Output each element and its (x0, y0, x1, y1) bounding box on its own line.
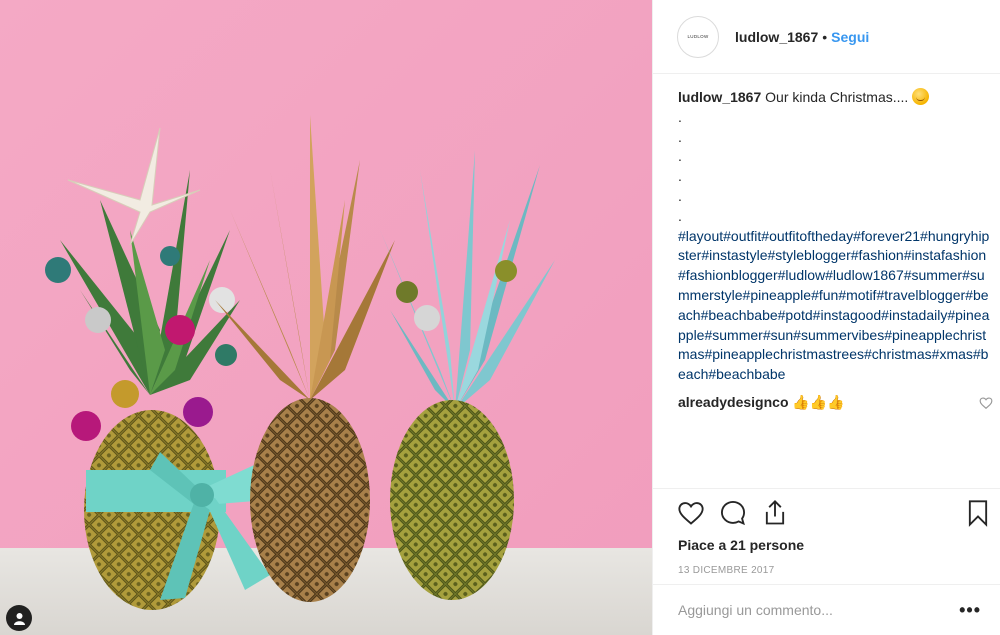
comment-item: alreadydesignco 👍👍👍 (678, 393, 993, 413)
caption-dot: . (678, 207, 682, 224)
tagged-user-icon[interactable] (6, 605, 32, 631)
caption-dots: . . . . . . (678, 108, 993, 227)
add-comment-bar: Aggiungi un commento... ••• (653, 584, 1000, 635)
comment-like-icon[interactable] (979, 396, 993, 410)
heart-icon[interactable] (677, 499, 705, 527)
comment-icon[interactable] (719, 499, 747, 527)
caption-dot: . (678, 148, 682, 165)
comment-input[interactable]: Aggiungi un commento... (678, 602, 959, 618)
comment-username[interactable]: alreadydesignco (678, 394, 789, 410)
follow-button[interactable]: Segui (831, 29, 869, 45)
caption-dot: . (678, 168, 682, 185)
comment-text: 👍👍👍 (792, 393, 845, 410)
action-icons (677, 499, 789, 527)
header-username[interactable]: ludlow_1867 (735, 29, 818, 45)
caption-dot: . (678, 128, 682, 145)
pineapples-image (0, 0, 652, 635)
caption: ludlow_1867 Our kinda Christmas.... (678, 88, 993, 108)
post-date[interactable]: 13 DICEMBRE 2017 (678, 565, 775, 576)
bookmark-icon[interactable] (965, 499, 991, 527)
smiling-face-icon (912, 88, 930, 105)
caption-dot: . (678, 108, 682, 125)
share-icon[interactable] (761, 499, 789, 527)
post-sidebar: LUDLOW ludlow_1867 • Segui ludlow_1867 O… (652, 0, 1000, 635)
caption-dot: . (678, 187, 682, 204)
separator-dot: • (822, 28, 828, 45)
post-header: LUDLOW ludlow_1867 • Segui (653, 0, 1000, 74)
comments-section: ludlow_1867 Our kinda Christmas.... . . … (678, 88, 993, 413)
likes-count[interactable]: Piace a 21 persone (678, 537, 804, 553)
avatar[interactable]: LUDLOW (677, 15, 719, 58)
post-actions: Piace a 21 persone 13 DICEMBRE 2017 (653, 488, 1000, 576)
post-photo[interactable] (0, 0, 652, 635)
caption-text: Our kinda Christmas.... (765, 89, 909, 105)
caption-hashtags[interactable]: #layout#outfit#outfitoftheday#forever21#… (678, 227, 993, 385)
avatar-text: LUDLOW (687, 34, 709, 39)
caption-username[interactable]: ludlow_1867 (678, 89, 761, 105)
more-options-icon[interactable]: ••• (959, 600, 981, 621)
